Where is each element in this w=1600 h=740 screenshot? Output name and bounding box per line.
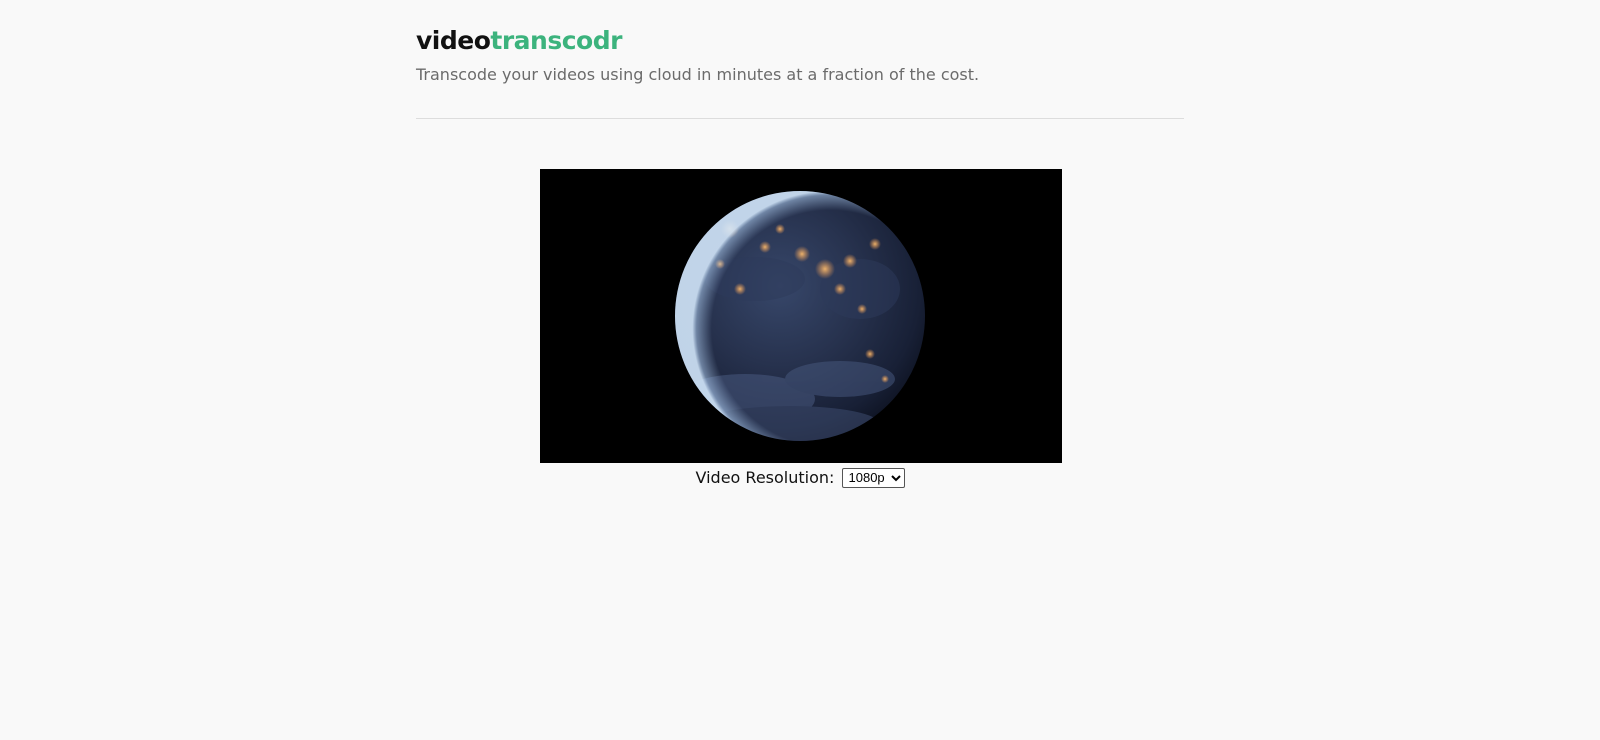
- resolution-label: Video Resolution:: [695, 468, 835, 487]
- resolution-select[interactable]: 1080p: [841, 467, 905, 488]
- earth-video-frame: [540, 169, 1062, 463]
- header-divider: [416, 118, 1184, 119]
- video-player[interactable]: [540, 169, 1062, 463]
- resolution-control: Video Resolution: 1080p: [0, 466, 1600, 490]
- tagline: Transcode your videos using cloud in min…: [416, 65, 980, 84]
- brand-logo[interactable]: videotranscodr: [416, 24, 622, 58]
- brand-word-video: video: [416, 26, 491, 55]
- brand-word-transcodr: transcodr: [490, 26, 622, 55]
